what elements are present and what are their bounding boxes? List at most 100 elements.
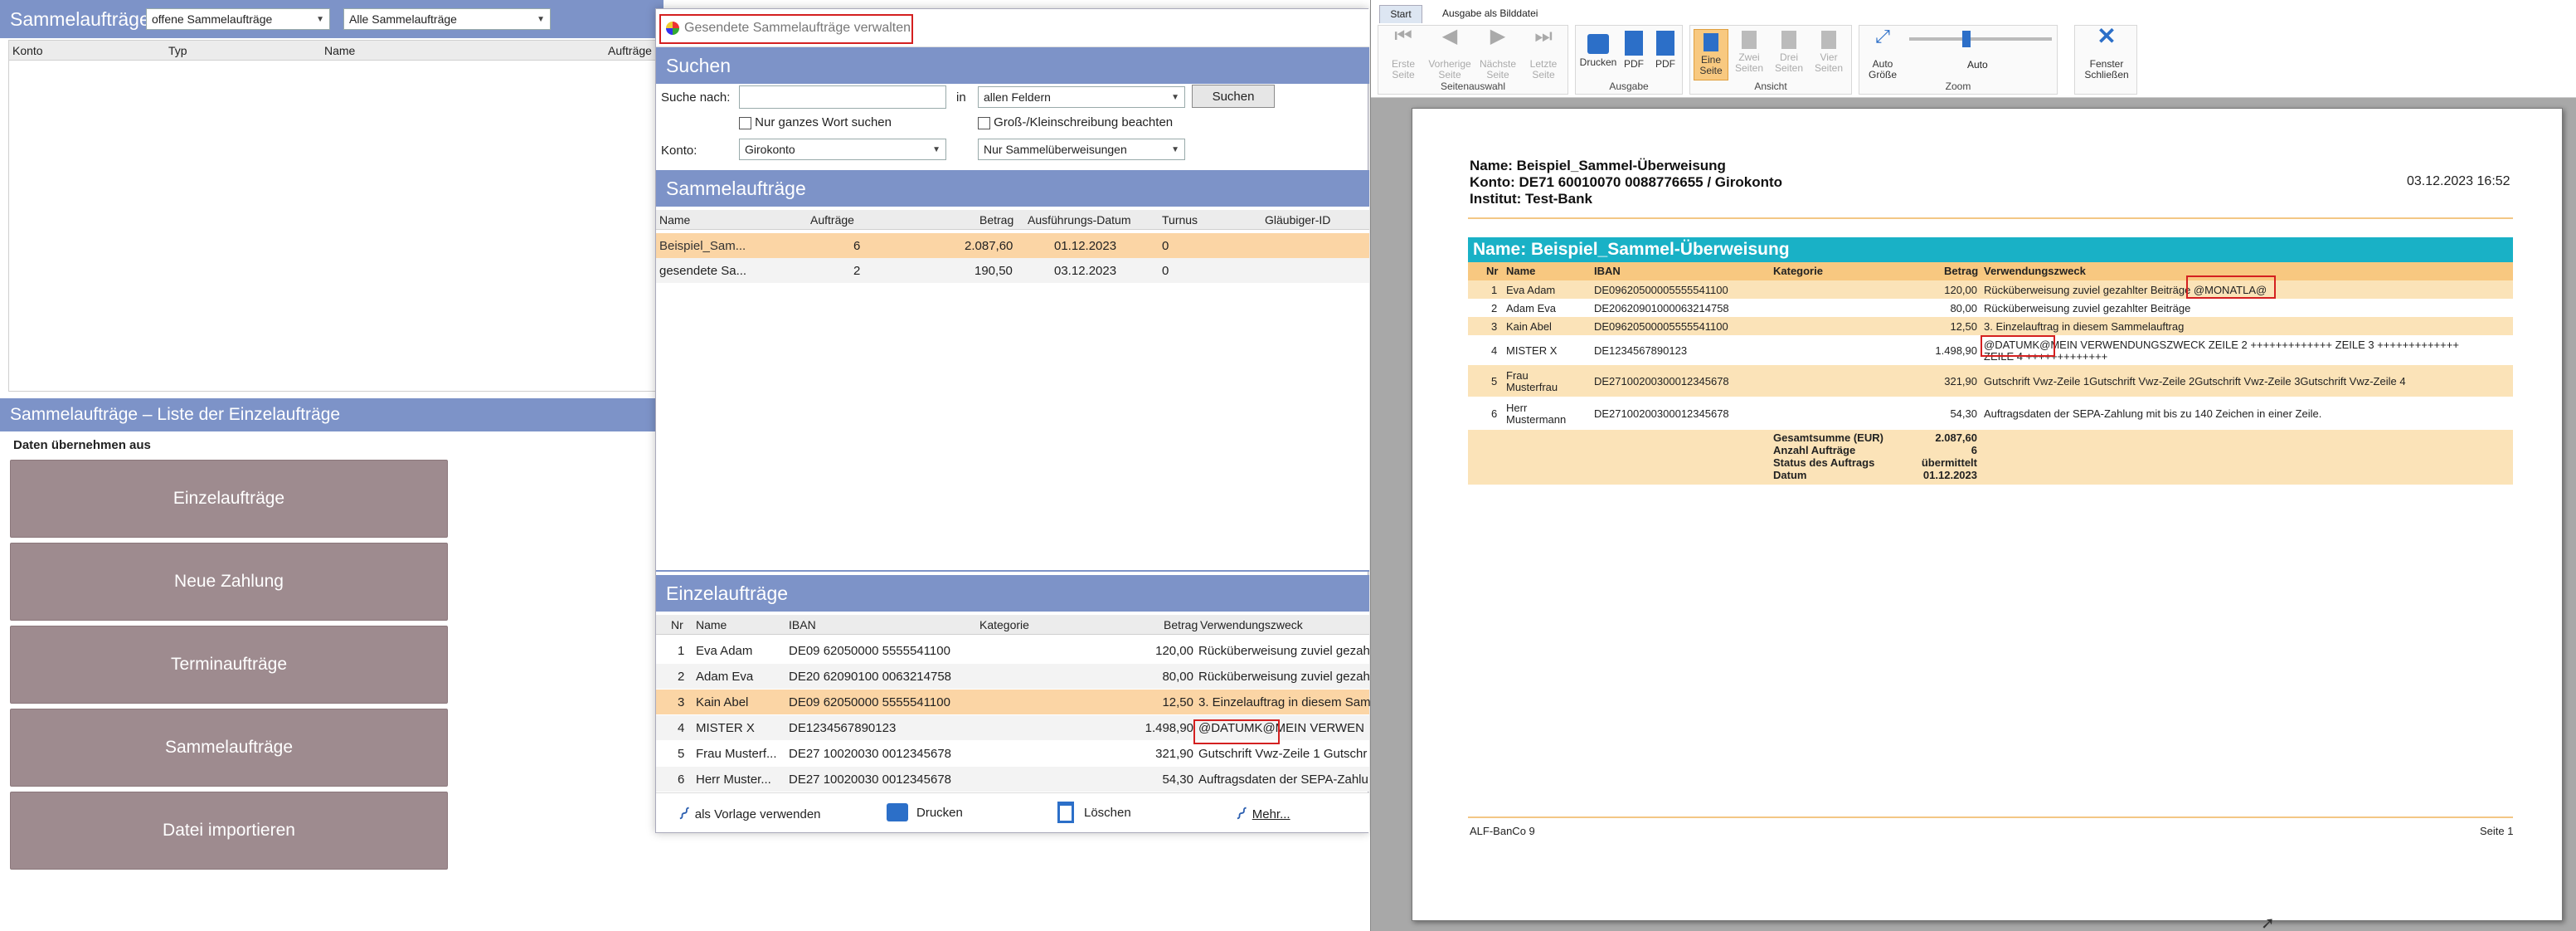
cell-name: Kain Abel (696, 695, 749, 709)
pdf-export-button[interactable]: PDF (1650, 31, 1680, 70)
print-button[interactable]: Drucken (1579, 31, 1617, 68)
first-page-button[interactable]: ⏮ Erste Seite (1383, 27, 1423, 80)
cell-nr: 2 (678, 670, 685, 684)
doc-cell-iban: DE09620500005555541100 (1594, 284, 1728, 296)
cell-name: Eva Adam (696, 644, 753, 658)
checkbox-box[interactable] (739, 116, 751, 129)
doc-cell-nr: 2 (1491, 302, 1498, 314)
field-select[interactable]: allen Feldern ▼ (978, 86, 1185, 108)
chevron-down-icon: ▼ (1171, 92, 1179, 102)
einzelauftraege-button[interactable]: Einzelaufträge (10, 460, 448, 538)
col-auftraege[interactable]: Aufträge (608, 44, 652, 57)
cell-iban: DE20 62090100 0063214758 (789, 670, 952, 684)
drucken-button[interactable]: Drucken (887, 803, 963, 821)
col-datum[interactable]: Ausführungs-Datum (1028, 213, 1131, 227)
col-iban[interactable]: IBAN (789, 618, 816, 631)
doc-cell-name-2: Mustermann (1506, 413, 1567, 426)
konto-select[interactable]: Girokonto ▼ (739, 139, 946, 160)
table-row[interactable]: 6 Herr Muster... DE27 10020030 0012345678 5… (656, 767, 1369, 792)
cell-name: Frau Musterf... (696, 747, 777, 761)
zoom-group-label: Zoom (1945, 80, 1971, 92)
table-row[interactable]: 1 Eva Adam DE09 62050000 5555541100 120,00 R… (656, 638, 1373, 663)
doc-summary-value: 01.12.2023 (1922, 469, 1977, 481)
doc-col-name: Name (1506, 265, 1536, 277)
prev-page-button[interactable]: ◀ Vorherige Seite (1427, 27, 1473, 80)
cell-betrag: 2.087,60 (965, 239, 1013, 253)
tab-ausgabe[interactable]: Ausgabe als Bilddatei (1442, 7, 1538, 19)
close-window-button[interactable]: ✕ Fenster Schließen (2078, 25, 2135, 80)
next-page-button[interactable]: ▶ Nächste Seite (1475, 27, 1521, 80)
table-row[interactable]: 5 Frau Musterf... DE27 10020030 0012345678… (656, 741, 1369, 766)
cell-datum: 03.12.2023 (1054, 264, 1117, 278)
doc-footer-line (1468, 816, 2513, 818)
col-name[interactable]: Name (659, 213, 690, 227)
col-auftraege[interactable]: Aufträge (810, 213, 854, 227)
cell-zweck: Rücküberweisung zuviel gezahl (1198, 670, 1373, 684)
col-konto[interactable]: Konto (12, 44, 43, 57)
one-page-button[interactable]: Eine Seite (1694, 29, 1728, 80)
col-name[interactable]: Name (324, 44, 355, 57)
table-row[interactable]: Beispiel_Sam... 6 2.087,60 01.12.2023 0 (656, 233, 1369, 258)
trash-icon (1057, 802, 1074, 823)
doc-table-row: 1 Eva Adam DE09620500005555541100 120,00 Rüc… (1468, 280, 2513, 299)
doc-head: Name: Beispiel_Sammel-Überweisung Konto:… (1470, 158, 1782, 207)
whole-word-checkbox[interactable]: Nur ganzes Wort suchen (739, 115, 892, 129)
doc-summary: Gesamtsumme (EUR) 2.087,60 Anzahl Aufträge… (1468, 430, 2513, 485)
doc-cell-betrag: 80,00 (1950, 302, 1977, 314)
sammelauftraege-button[interactable]: Sammelaufträge (10, 709, 448, 787)
filter-all-select[interactable]: Alle Sammelaufträge ▼ (343, 8, 551, 30)
checkbox-box[interactable] (978, 116, 990, 129)
doc-cell-betrag: 54,30 (1950, 407, 1977, 420)
col-name[interactable]: Name (696, 618, 727, 631)
datei-importieren-button[interactable]: Datei importieren (10, 792, 448, 870)
table-row[interactable]: 2 Adam Eva DE20 62090100 0063214758 80,00 Rü… (656, 664, 1373, 689)
col-typ[interactable]: Typ (168, 44, 187, 57)
cell-iban: DE09 62050000 5555541100 (789, 695, 950, 709)
mehr-button[interactable]: ⌇ Mehr... (1232, 803, 1290, 825)
terminauftraege-button[interactable]: Terminaufträge (10, 626, 448, 704)
col-zweck[interactable]: Verwendungszweck (1200, 618, 1303, 631)
last-page-button[interactable]: ⏭ Letzte Seite (1523, 27, 1564, 80)
printer-icon (1587, 34, 1609, 54)
col-glaeubiger[interactable]: Gläubiger-ID (1265, 213, 1330, 227)
loeschen-button[interactable]: Löschen (1057, 802, 1131, 823)
zoom-slider[interactable] (1909, 37, 2052, 41)
four-pages-button[interactable]: Vier Seiten (1811, 31, 1846, 74)
cell-zweck: Gutschrift Vwz-Zeile 1 Gutschr (1198, 747, 1368, 761)
col-nr[interactable]: Nr (671, 618, 683, 631)
left-table-header: Konto Typ Name Aufträge (9, 41, 664, 61)
zoom-group: ⤢ Auto Größe Auto Zoom (1859, 25, 2058, 95)
pdf-button[interactable]: PDF (1619, 31, 1649, 70)
doc-cell-iban: DE1234567890123 (1594, 344, 1688, 357)
doc-summary-value: 2.087,60 (1935, 431, 1977, 444)
cell-betrag: 80,00 (1162, 670, 1193, 684)
zoom-slider-thumb[interactable] (1961, 31, 1971, 47)
vorlage-button[interactable]: ⌇ als Vorlage verwenden (674, 803, 821, 825)
tab-start[interactable]: Start (1379, 5, 1422, 23)
cell-turnus: 0 (1162, 239, 1169, 253)
doc-cell-name: Adam Eva (1506, 302, 1556, 314)
table-row[interactable]: gesendete Sa... 2 190,50 03.12.2023 0 (656, 258, 1369, 283)
paperclip-icon: ⌇ (673, 802, 694, 825)
doc-cell-iban: DE27100200300012345678 (1594, 407, 1729, 420)
nav-group-label: Seitenauswahl (1440, 80, 1506, 92)
case-sensitive-checkbox[interactable]: Groß-/Kleinschreibung beachten (978, 115, 1173, 129)
neue-zahlung-button[interactable]: Neue Zahlung (10, 543, 448, 621)
three-pages-button[interactable]: Drei Seiten (1772, 31, 1806, 74)
cell-zweck: Auftragsdaten der SEPA-Zahlu (1198, 773, 1368, 787)
search-button[interactable]: Suchen (1192, 85, 1275, 108)
col-betrag[interactable]: Betrag (1164, 618, 1198, 631)
type-select[interactable]: Nur Sammelüberweisungen ▼ (978, 139, 1185, 160)
doc-cell-nr: 5 (1491, 375, 1498, 388)
doc-cell-name: Frau (1506, 369, 1529, 382)
doc-cell-betrag: 321,90 (1944, 375, 1977, 388)
col-kategorie[interactable]: Kategorie (979, 618, 1029, 631)
filter-open-select[interactable]: offene Sammelaufträge ▼ (146, 8, 330, 30)
col-turnus[interactable]: Turnus (1162, 213, 1198, 227)
cell-name: Herr Muster... (696, 773, 771, 787)
two-pages-button[interactable]: Zwei Seiten (1732, 31, 1767, 74)
search-input[interactable] (739, 85, 946, 109)
auto-size-button[interactable]: ⤢ Auto Größe (1864, 27, 1901, 80)
table-row[interactable]: 3 Kain Abel DE09 62050000 5555541100 12,50 3… (656, 690, 1371, 714)
col-betrag[interactable]: Betrag (979, 213, 1013, 227)
